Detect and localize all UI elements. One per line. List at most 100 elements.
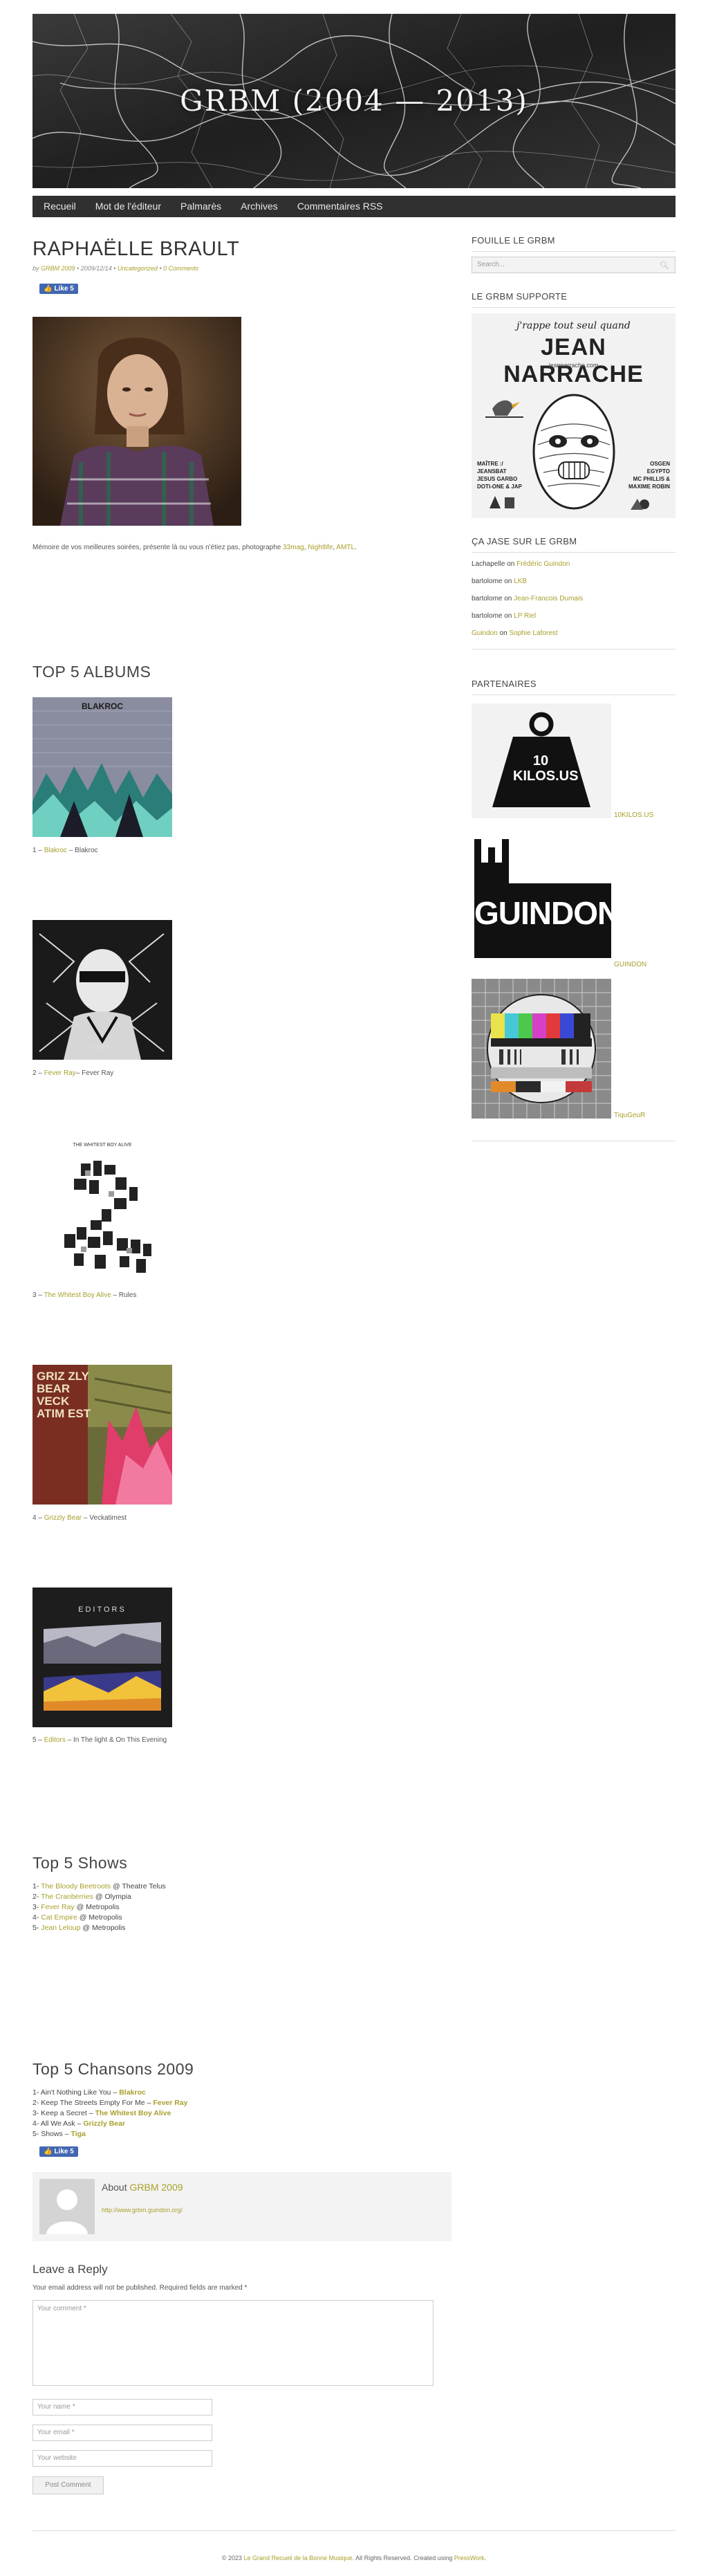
album-rank: 4 –: [32, 1514, 44, 1522]
name-field[interactable]: Your name *: [32, 2399, 212, 2416]
author-about: About GRBM 2009: [102, 2182, 183, 2193]
album-cover-blakroc[interactable]: BLAKROC: [32, 697, 172, 839]
fb-like-label: Like 5: [54, 285, 74, 293]
show-venue: @ Theatre Telus: [111, 1882, 166, 1890]
album-artist-link[interactable]: Editors: [44, 1736, 66, 1744]
show-artist-link[interactable]: Jean Leloup: [41, 1924, 80, 1932]
show-artist-link[interactable]: The Cranberries: [41, 1893, 93, 1901]
album-cover-grizzly-bear[interactable]: GRIZ ZLY BEAR VECK ATIM EST: [32, 1365, 172, 1507]
partner-link-guindon[interactable]: GUINDON: [614, 961, 646, 968]
list-item: 4- Cat Empire @ Metropolis: [32, 1913, 166, 1923]
ad-top-text: j'rappe tout seul quand: [516, 320, 631, 331]
footer: © 2023 Le Grand Recueil de la Bonne Musi…: [32, 2555, 676, 2561]
magnifier-icon[interactable]: 🔍︎: [660, 261, 669, 270]
fb-like-button-bottom[interactable]: 👍 Like 5: [39, 2146, 78, 2157]
nav-item-archives[interactable]: Archives: [231, 196, 288, 217]
meta-date: 2009/12/14: [80, 265, 112, 272]
support-widget-title: LE GRBM SUPPORTE: [472, 291, 568, 302]
list-item: 5- Shows – Tiga: [32, 2129, 188, 2140]
album-title: In The light & On This Evening: [73, 1736, 167, 1744]
site-title[interactable]: GRBM (2004 — 2013): [32, 14, 676, 188]
partner-10kilos[interactable]: 10 KILOS.US 10KILOS.US: [472, 703, 676, 821]
ad-line: MC PHILLIS &: [633, 476, 670, 482]
intro-link-nightlife[interactable]: Nightlife: [308, 544, 333, 551]
footer-theme-link[interactable]: PressWork: [454, 2555, 485, 2561]
show-venue: @ Metropolis: [80, 1924, 126, 1932]
partner-tiquguer[interactable]: TiquGeuR: [472, 979, 676, 1124]
meta-author-link[interactable]: GRBM 2009: [41, 265, 75, 272]
jean-narrache-ad[interactable]: j'rappe tout seul quand JEAN NARRACHE je…: [472, 313, 676, 518]
portrait-photo: [32, 317, 241, 526]
song-artist[interactable]: Grizzly Bear: [83, 2119, 125, 2128]
album-rank: 3 –: [32, 1291, 44, 1299]
divider: [472, 694, 676, 695]
intro-link-33mag[interactable]: 33mag: [283, 544, 304, 551]
album-sep: –: [65, 1736, 73, 1744]
song-artist[interactable]: Blakroc: [119, 2088, 146, 2097]
album-sep: –: [67, 847, 75, 854]
list-item: 5- Jean Leloup @ Metropolis: [32, 1923, 166, 1933]
list-item: Lachapelle on Frédéric Guindon: [472, 555, 676, 573]
nav-item-palmares[interactable]: Palmarès: [171, 196, 231, 217]
reply-note: Your email address will not be published…: [32, 2284, 248, 2292]
show-artist-link[interactable]: Fever Ray: [41, 1903, 74, 1911]
reply-heading: Leave a Reply: [32, 2263, 108, 2276]
meta-comments-link[interactable]: 0 Comments: [163, 265, 198, 272]
show-artist-link[interactable]: The Bloody Beetroots: [41, 1882, 111, 1890]
nav-item-rss[interactable]: Commentaires RSS: [288, 196, 393, 217]
top-albums-heading: TOP 5 ALBUMS: [32, 663, 151, 681]
partner-logo-testcard[interactable]: [472, 979, 611, 1119]
comment-textarea[interactable]: Your comment *: [32, 2300, 434, 2386]
comment-author: bartolome: [472, 612, 503, 620]
header-banner[interactable]: GRBM (2004 — 2013): [32, 14, 676, 188]
show-artist-link[interactable]: Cat Empire: [41, 1913, 77, 1922]
album-caption-5: 5 – Editors – In The light & On This Eve…: [32, 1736, 167, 1744]
show-venue: @ Metropolis: [77, 1913, 122, 1922]
author-url-link[interactable]: http://www.grbm.guindon.org/: [102, 2207, 183, 2214]
album-cover-text: GRIZ ZLY BEAR VECK ATIM EST: [37, 1370, 91, 1420]
comment-post-link[interactable]: Jean-Francois Dumais: [514, 595, 583, 602]
nav-item-recueil[interactable]: Recueil: [32, 196, 86, 217]
album-caption-1: 1 – Blakroc – Blakroc: [32, 847, 98, 854]
fb-like-button[interactable]: 👍 Like 5: [39, 284, 78, 294]
comment-on: on: [502, 578, 514, 585]
divider: [472, 649, 676, 650]
song-title: Ain't Nothing Like You –: [40, 2088, 120, 2097]
song-artist[interactable]: Tiga: [71, 2130, 85, 2138]
ad-line: EGYPTO: [646, 468, 670, 475]
song-artist[interactable]: Fever Ray: [153, 2099, 187, 2107]
website-field[interactable]: Your website: [32, 2450, 212, 2467]
intro-end: .: [355, 544, 357, 551]
search-input[interactable]: Search... 🔍︎: [472, 257, 676, 273]
song-artist[interactable]: The Whitest Boy Alive: [95, 2109, 171, 2117]
comment-post-link[interactable]: LKB: [514, 578, 527, 585]
footer-site-link[interactable]: Le Grand Recueil de la Bonne Musique: [244, 2555, 353, 2561]
intro-link-amtl[interactable]: AMTL: [336, 544, 355, 551]
song-title: Keep The Streets Empty For Me –: [41, 2099, 153, 2107]
partner-guindon[interactable]: GUINDON GUINDON: [472, 835, 676, 973]
album-artist-link[interactable]: Fever Ray: [44, 1069, 76, 1077]
song-rank: 2-: [32, 2099, 41, 2107]
meta-category-link[interactable]: Uncategorized: [118, 265, 158, 272]
list-item: Guindon on Sophie Laforest: [472, 625, 676, 642]
post-comment-button[interactable]: Post Comment: [32, 2476, 104, 2494]
comment-author-link[interactable]: Guindon: [472, 629, 498, 637]
album-cover-editors[interactable]: EDITORS: [32, 1588, 172, 1729]
list-item: bartolome on LKB: [472, 573, 676, 590]
post-title[interactable]: RAPHAËLLE BRAULT: [32, 238, 454, 261]
comment-post-link[interactable]: Sophie Laforest: [510, 629, 558, 637]
nav-item-mot-editeur[interactable]: Mot de l'éditeur: [86, 196, 171, 217]
ad-line: JESUS GARBO: [477, 476, 518, 482]
partner-link-10kilos[interactable]: 10KILOS.US: [614, 811, 653, 819]
meta-by: by: [32, 265, 39, 272]
album-artist-link[interactable]: The Whitest Boy Alive: [44, 1291, 111, 1299]
author-name-link[interactable]: GRBM 2009: [129, 2182, 183, 2193]
email-field[interactable]: Your email *: [32, 2425, 212, 2441]
album-artist-link[interactable]: Grizzly Bear: [44, 1514, 82, 1522]
comment-post-link[interactable]: LP Riel: [514, 612, 536, 620]
album-cover-fever-ray[interactable]: FEVER RAY: [32, 920, 172, 1062]
album-artist-link[interactable]: Blakroc: [44, 847, 67, 854]
comment-post-link[interactable]: Frédéric Guindon: [516, 560, 570, 568]
album-cover-whitest-boy-alive[interactable]: THE WHITEST BOY ALIVE: [32, 1143, 172, 1285]
partner-link-tiquguer[interactable]: TiquGeuR: [614, 1112, 645, 1119]
